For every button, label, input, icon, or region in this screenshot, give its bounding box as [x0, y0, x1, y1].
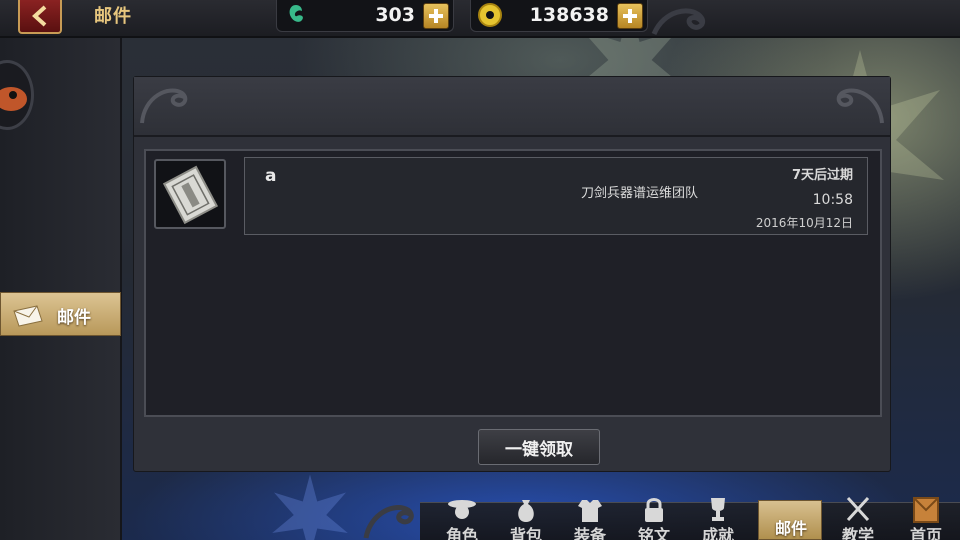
nav-item-label: 成就	[701, 526, 734, 540]
mail-expiry: 7天后过期	[791, 168, 853, 183]
coin-amount: 138638	[529, 4, 609, 26]
home-icon	[913, 497, 939, 523]
nav-item-label: 教学	[841, 526, 874, 540]
sidebar-item-label: 邮件	[57, 308, 91, 328]
nav-item-inscription[interactable]: 铭文	[622, 496, 686, 540]
sidebar-item-mail[interactable]: 邮件	[0, 292, 121, 336]
plus-icon	[623, 9, 637, 23]
nav-item-character[interactable]: 角色	[430, 496, 494, 540]
nav-item-label: 铭文	[637, 526, 670, 540]
armor-icon	[578, 500, 602, 522]
mail-date: 2016年10月12日	[755, 216, 853, 230]
bottom-nav: 角色 背包 装备 铭文 成就 邮件 教学 首页	[360, 496, 960, 540]
crossed-swords-icon	[846, 496, 870, 522]
nav-item-label: 邮件	[774, 519, 807, 538]
trophy-icon	[711, 498, 725, 521]
nav-item-achievement[interactable]: 成就	[686, 496, 750, 540]
mail-sender: 刀剑兵器谱运维团队	[581, 186, 699, 201]
mail-time: 10:58	[812, 192, 853, 208]
nav-item-label: 首页	[909, 526, 942, 540]
nav-item-label: 装备	[573, 526, 606, 540]
left-sidebar: 邮件	[0, 38, 122, 540]
jade-currency: 303	[276, 0, 454, 32]
list-item[interactable]: a 刀剑兵器谱运维团队 7天后过期 10:58 2016年10月12日	[154, 157, 876, 235]
plus-icon	[429, 9, 443, 23]
nav-item-label: 角色	[445, 526, 478, 540]
nav-item-equipment[interactable]: 装备	[558, 496, 622, 540]
mail-list: a 刀剑兵器谱运维团队 7天后过期 10:58 2016年10月12日	[144, 149, 882, 417]
back-button[interactable]	[18, 0, 62, 34]
cloud-swirl-ornament	[651, 8, 706, 36]
top-bar: 邮件 303 138638	[0, 0, 960, 38]
lock-icon	[645, 498, 663, 522]
nav-item-label: 背包	[509, 526, 542, 540]
panel-header	[134, 77, 890, 137]
coin-icon	[478, 3, 502, 27]
nav-item-bag[interactable]: 背包	[494, 496, 558, 540]
mail-row[interactable]: a 刀剑兵器谱运维团队 7天后过期 10:58 2016年10月12日	[244, 157, 868, 235]
cloud-swirl-ornament	[140, 88, 188, 124]
chevron-left-icon	[32, 5, 47, 27]
add-coin-button[interactable]	[617, 3, 643, 29]
envelope-icon	[13, 305, 43, 327]
mail-attachment-slot[interactable]	[154, 159, 226, 229]
bag-icon	[518, 500, 534, 522]
mail-subject: a	[265, 166, 277, 186]
jade-amount: 303	[375, 4, 415, 26]
mail-panel: a 刀剑兵器谱运维团队 7天后过期 10:58 2016年10月12日 一键领取	[133, 76, 891, 472]
scroll-item-icon	[162, 165, 219, 225]
add-jade-button[interactable]	[423, 3, 449, 29]
hat-character-icon	[448, 500, 476, 519]
jade-icon	[289, 5, 303, 22]
page-title: 邮件	[94, 6, 132, 27]
claim-all-button[interactable]: 一键领取	[478, 429, 600, 465]
avatar[interactable]	[0, 60, 34, 130]
cloud-swirl-ornament	[363, 505, 414, 539]
coin-currency: 138638	[470, 0, 648, 32]
nav-item-mail[interactable]: 邮件	[758, 500, 822, 540]
nav-item-home[interactable]: 首页	[894, 496, 958, 540]
character-portrait-icon	[0, 87, 27, 111]
nav-item-tutorial[interactable]: 教学	[826, 496, 890, 540]
cloud-swirl-ornament	[836, 88, 884, 124]
